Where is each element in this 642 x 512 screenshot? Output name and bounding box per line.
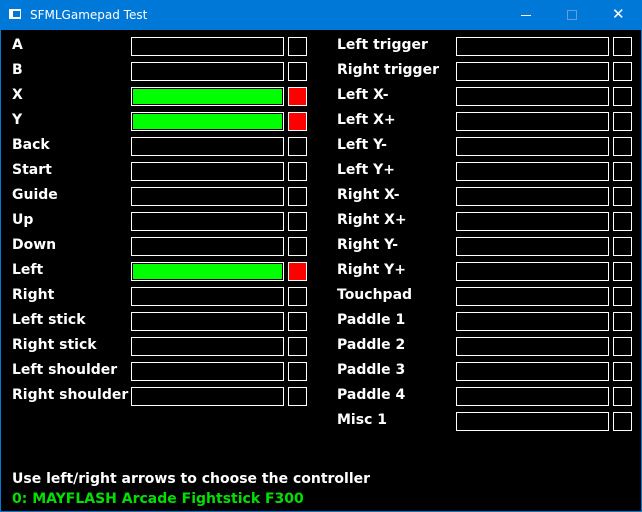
right-input-pressed-indicator xyxy=(613,87,632,106)
right-input-value-bar xyxy=(456,387,609,406)
right-input-value-bar xyxy=(456,37,609,56)
right-input-value-bar xyxy=(456,337,609,356)
right-input-label: Right X+ xyxy=(337,212,407,228)
right-input-pressed-indicator xyxy=(613,162,632,181)
right-input-label: Right X- xyxy=(337,187,400,203)
right-input-pressed-indicator xyxy=(613,262,632,281)
controller-hint: Use left/right arrows to choose the cont… xyxy=(12,471,371,487)
right-input-value-bar xyxy=(456,62,609,81)
right-input-pressed-indicator xyxy=(613,312,632,331)
right-input-value-bar xyxy=(456,112,609,131)
right-input-row: Touchpad xyxy=(1,285,641,306)
right-input-label: Paddle 1 xyxy=(337,312,406,328)
right-input-row: Left Y- xyxy=(1,135,641,156)
right-input-value-bar xyxy=(456,187,609,206)
right-input-row: Left trigger xyxy=(1,35,641,56)
right-input-row: Paddle 2 xyxy=(1,335,641,356)
right-input-value-bar xyxy=(456,362,609,381)
right-input-row: Paddle 3 xyxy=(1,360,641,381)
right-input-row: Paddle 4 xyxy=(1,385,641,406)
right-input-label: Left Y- xyxy=(337,137,387,153)
minimize-button[interactable] xyxy=(503,0,549,30)
right-input-label: Left Y+ xyxy=(337,162,395,178)
right-input-pressed-indicator xyxy=(613,362,632,381)
right-input-value-bar xyxy=(456,237,609,256)
right-input-label: Touchpad xyxy=(337,287,413,303)
right-input-pressed-indicator xyxy=(613,387,632,406)
right-input-pressed-indicator xyxy=(613,237,632,256)
close-icon: ✕ xyxy=(612,5,625,23)
right-input-value-bar xyxy=(456,137,609,156)
right-input-label: Paddle 3 xyxy=(337,362,406,378)
window-icon xyxy=(9,9,21,19)
right-input-pressed-indicator xyxy=(613,287,632,306)
title-bar[interactable]: SFMLGamepad Test ✕ xyxy=(1,0,641,30)
right-input-label: Paddle 4 xyxy=(337,387,406,403)
right-input-pressed-indicator xyxy=(613,62,632,81)
right-input-row: Right trigger xyxy=(1,60,641,81)
right-input-row: Right Y+ xyxy=(1,260,641,281)
right-input-pressed-indicator xyxy=(613,112,632,131)
right-input-value-bar xyxy=(456,212,609,231)
right-input-label: Left trigger xyxy=(337,37,428,53)
right-input-row: Right X+ xyxy=(1,210,641,231)
right-input-value-bar xyxy=(456,312,609,331)
right-input-value-bar xyxy=(456,262,609,281)
controller-name: 0: MAYFLASH Arcade Fightstick F300 xyxy=(12,491,304,507)
right-input-label: Misc 1 xyxy=(337,412,387,428)
right-input-label: Paddle 2 xyxy=(337,337,406,353)
right-input-value-bar xyxy=(456,162,609,181)
close-button[interactable]: ✕ xyxy=(595,0,641,30)
minimize-icon xyxy=(521,15,531,16)
right-input-label: Left X- xyxy=(337,87,389,103)
right-input-row: Right X- xyxy=(1,185,641,206)
right-input-label: Right Y- xyxy=(337,237,399,253)
right-input-pressed-indicator xyxy=(613,337,632,356)
right-input-label: Right Y+ xyxy=(337,262,407,278)
right-input-label: Left X+ xyxy=(337,112,396,128)
right-input-pressed-indicator xyxy=(613,412,632,431)
app-window: SFMLGamepad Test ✕ A B X Y Back Start Guide Up D… xyxy=(0,0,642,512)
right-input-pressed-indicator xyxy=(613,137,632,156)
right-input-row: Paddle 1 xyxy=(1,310,641,331)
right-input-row: Left X- xyxy=(1,85,641,106)
window-title: SFMLGamepad Test xyxy=(30,8,148,22)
right-input-pressed-indicator xyxy=(613,212,632,231)
right-input-pressed-indicator xyxy=(613,187,632,206)
maximize-icon xyxy=(567,10,577,20)
right-input-row: Left Y+ xyxy=(1,160,641,181)
right-input-value-bar xyxy=(456,287,609,306)
right-input-row: Left X+ xyxy=(1,110,641,131)
right-input-row: Misc 1 xyxy=(1,410,641,431)
maximize-button[interactable] xyxy=(549,0,595,30)
right-input-label: Right trigger xyxy=(337,62,439,78)
right-input-value-bar xyxy=(456,87,609,106)
right-input-pressed-indicator xyxy=(613,37,632,56)
right-input-value-bar xyxy=(456,412,609,431)
right-input-row: Right Y- xyxy=(1,235,641,256)
